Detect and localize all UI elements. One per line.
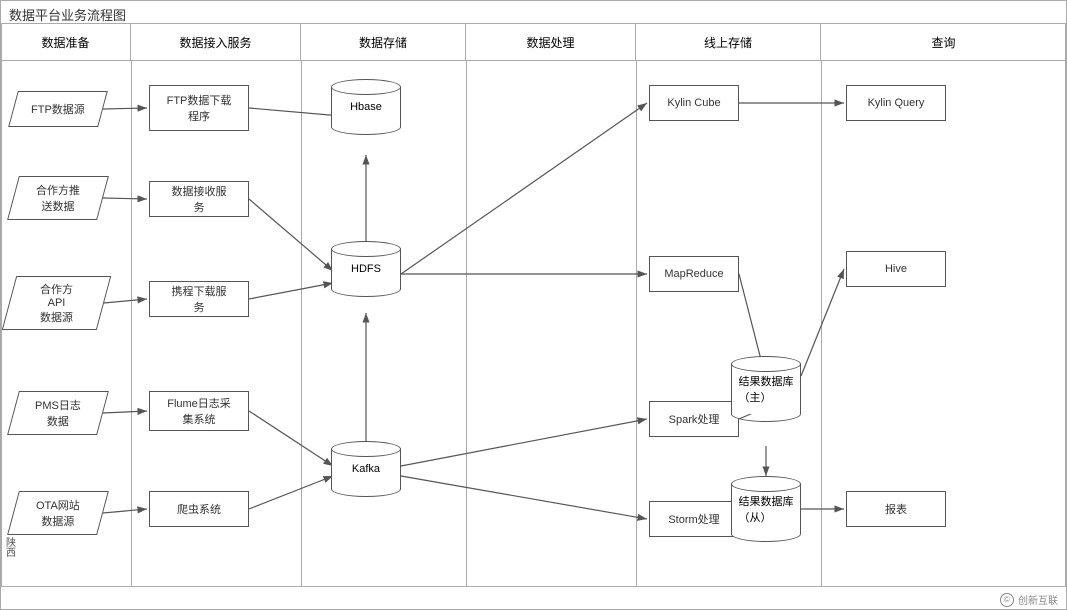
watermark-logo: © — [1000, 593, 1014, 607]
col-header-6: 查询 — [821, 24, 1066, 60]
page-wrapper: 数据平台业务流程图 数据准备 数据接入服务 数据存储 数据处理 线上存储 查询 … — [0, 0, 1067, 610]
result-db-slave: 结果数据库（从） — [731, 476, 801, 542]
pms-log: PMS日志数据 — [7, 391, 109, 435]
spark: Spark处理 — [649, 401, 739, 437]
hdfs-cylinder: HDFS — [331, 241, 401, 297]
hive: Hive — [846, 251, 946, 287]
divider-4 — [636, 61, 637, 587]
watermark: © 创新互联 — [1000, 592, 1058, 607]
divider-2 — [301, 61, 302, 587]
watermark-text: 创新互联 — [1018, 592, 1058, 607]
result-db-main: 结果数据库（主） — [731, 356, 801, 422]
left-border — [1, 23, 2, 587]
ftp-download: FTP数据下载程序 — [149, 85, 249, 131]
partner-push: 合作方推送数据 — [7, 176, 109, 220]
ftp-source: FTP数据源 — [8, 91, 108, 127]
col-header-4: 数据处理 — [466, 24, 636, 60]
partner-api: 合作方API数据源 — [2, 276, 111, 330]
data-receive: 数据接收服务 — [149, 181, 249, 217]
report: 报表 — [846, 491, 946, 527]
flow-area: FTP数据源 合作方推送数据 合作方API数据源 PMS日志数据 OTA网站数据… — [1, 61, 1066, 587]
bottom-border — [1, 586, 1066, 587]
right-border — [1065, 23, 1066, 587]
left-label: 陕西 — [1, 507, 17, 587]
storm: Storm处理 — [649, 501, 739, 537]
crawl-download: 携程下载服务 — [149, 281, 249, 317]
divider-1 — [131, 61, 132, 587]
mapreduce: MapReduce — [649, 256, 739, 292]
col-header-3: 数据存储 — [301, 24, 466, 60]
kylin-query: Kylin Query — [846, 85, 946, 121]
spider: 爬虫系统 — [149, 491, 249, 527]
divider-5 — [821, 61, 822, 587]
col-header-1: 数据准备 — [1, 24, 131, 60]
ota-site: OTA网站数据源 — [7, 491, 109, 535]
divider-3 — [466, 61, 467, 587]
col-header-2: 数据接入服务 — [131, 24, 301, 60]
kylin-cube: Kylin Cube — [649, 85, 739, 121]
kafka-cylinder: Kafka — [331, 441, 401, 497]
col-header-5: 线上存储 — [636, 24, 821, 60]
flume: Flume日志采集系统 — [149, 391, 249, 431]
hbase-cylinder: Hbase — [331, 79, 401, 135]
